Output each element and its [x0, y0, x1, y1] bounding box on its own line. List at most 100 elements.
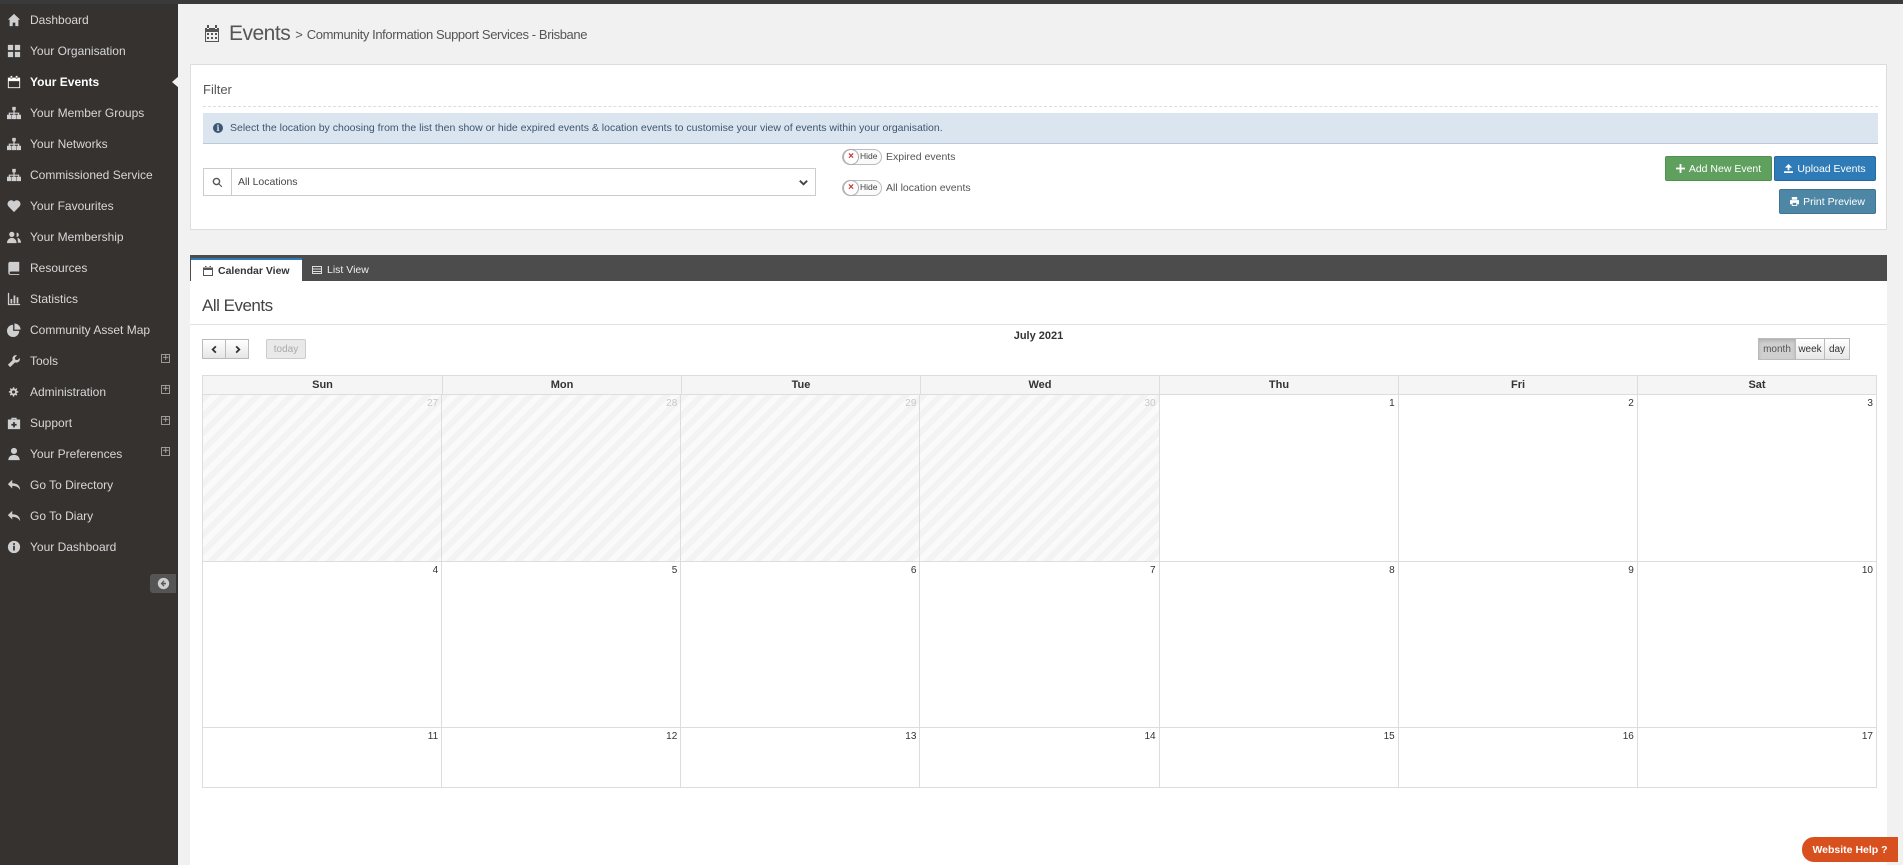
week-view-button[interactable]: week	[1795, 338, 1825, 360]
day-number: 28	[666, 398, 678, 409]
calendar-day-cell[interactable]: 16	[1398, 728, 1638, 788]
sidebar-item-community-asset-map[interactable]: Community Asset Map	[0, 314, 178, 345]
print-preview-label: Print Preview	[1803, 195, 1865, 208]
expand-icon[interactable]: +	[161, 354, 170, 363]
calendar-day-cell[interactable]: 9	[1398, 562, 1638, 728]
tab-label: List View	[327, 263, 369, 276]
weekday-header: Sun Mon Tue Wed Thu Fri Sat	[202, 375, 1877, 395]
tab-list-view[interactable]: List View	[300, 258, 381, 281]
calendar-day-cell[interactable]: 15	[1159, 728, 1399, 788]
next-month-button[interactable]	[225, 339, 249, 359]
weekday-label: Mon	[442, 376, 681, 394]
prev-month-button[interactable]	[202, 339, 226, 359]
sidebar-item-go-to-diary[interactable]: Go To Diary	[0, 500, 178, 531]
sidebar-item-your-membership[interactable]: Your Membership	[0, 221, 178, 252]
calendar-day-cell[interactable]: 27	[203, 395, 443, 562]
sidebar-collapse-button[interactable]	[150, 574, 176, 593]
calendar-view-switcher: month week day	[1758, 338, 1850, 360]
chevron-right-icon	[235, 345, 241, 353]
heart-icon	[6, 199, 22, 213]
calendar-day-cell[interactable]: 7	[920, 562, 1160, 728]
tab-calendar-view[interactable]: Calendar View	[191, 258, 302, 281]
toggle-label: Expired events	[886, 151, 956, 163]
breadcrumb-separator: >	[295, 26, 303, 42]
page-title: Events	[229, 22, 291, 45]
sidebar-item-your-preferences[interactable]: Your Preferences +	[0, 438, 178, 469]
calendar-icon	[203, 265, 213, 276]
calendar-day-cell[interactable]: 1	[1159, 395, 1399, 562]
calendar-day-cell[interactable]: 29	[681, 395, 921, 562]
sidebar-item-label: Resources	[30, 260, 88, 275]
sidebar-item-commissioned-service[interactable]: Commissioned Service	[0, 159, 178, 190]
calendar-day-cell[interactable]: 6	[681, 562, 921, 728]
sidebar-item-your-dashboard[interactable]: Your Dashboard	[0, 531, 178, 562]
calendar-day-cell[interactable]: 12	[442, 728, 682, 788]
day-number: 6	[910, 565, 917, 576]
home-icon	[6, 13, 22, 27]
sidebar-item-your-member-groups[interactable]: Your Member Groups	[0, 97, 178, 128]
calendar-body: 27 28 29 30 1 2 3 4 5 6 7 8 9 10 11 12 13 14 15 16 17	[202, 395, 1877, 788]
sidebar-item-label: Community Asset Map	[30, 322, 151, 337]
sidebar-item-administration[interactable]: Administration +	[0, 376, 178, 407]
reply-icon	[6, 478, 22, 492]
sidebar-item-resources[interactable]: Resources	[0, 252, 178, 283]
expand-icon[interactable]: +	[161, 385, 170, 394]
website-help-button[interactable]: Website Help ?	[1802, 837, 1898, 862]
month-view-button[interactable]: month	[1758, 338, 1796, 360]
calendar-day-cell[interactable]: 8	[1159, 562, 1399, 728]
calendar-day-cell[interactable]: 4	[203, 562, 443, 728]
expand-icon[interactable]: +	[161, 447, 170, 456]
day-number: 2	[1628, 398, 1634, 409]
sidebar-item-label: Administration	[30, 384, 107, 399]
sidebar-item-go-to-directory[interactable]: Go To Directory	[0, 469, 178, 500]
sidebar-item-your-events[interactable]: Your Events	[0, 66, 179, 97]
sidebar-item-statistics[interactable]: Statistics	[0, 283, 178, 314]
expired-events-toggle[interactable]: × Hide	[842, 149, 882, 165]
calendar-day-cell[interactable]: 3	[1637, 395, 1877, 562]
pie-chart-icon	[6, 322, 22, 337]
sidebar-item-label: Statistics	[30, 291, 79, 306]
sidebar-item-tools[interactable]: Tools +	[0, 345, 178, 376]
sidebar-item-support[interactable]: Support +	[0, 407, 178, 438]
calendar-day-cell[interactable]: 14	[920, 728, 1160, 788]
calendar-day-cell[interactable]: 11	[203, 728, 443, 788]
sidebar-item-your-organisation[interactable]: Your Organisation	[0, 35, 178, 66]
sidebar-item-label: Go To Diary	[30, 508, 94, 523]
day-number: 15	[1383, 731, 1395, 742]
sidebar-item-label: Your Membership	[30, 229, 124, 244]
calendar-day-cell[interactable]: 28	[442, 395, 682, 562]
upload-events-button[interactable]: Upload Events	[1774, 156, 1876, 181]
sidebar-item-label: Tools	[30, 353, 59, 368]
calendar-day-cell[interactable]: 17	[1637, 728, 1877, 788]
sidebar-item-dashboard[interactable]: Dashboard	[0, 4, 178, 35]
info-icon	[6, 540, 22, 554]
location-events-toggle-row: × Hide All location events	[842, 180, 971, 196]
organisation-name: Community Information Support Services -…	[306, 26, 588, 42]
add-new-event-button[interactable]: Add New Event	[1665, 156, 1772, 181]
reply-icon	[6, 509, 22, 523]
filter-info-text: Select the location by choosing from the…	[230, 122, 943, 134]
sitemap-icon	[6, 168, 22, 182]
sidebar-item-label: Dashboard	[30, 12, 89, 27]
calendar-day-cell[interactable]: 10	[1637, 562, 1877, 728]
calendar-day-cell[interactable]: 2	[1398, 395, 1638, 562]
plus-icon	[1675, 164, 1685, 173]
sidebar-item-your-networks[interactable]: Your Networks	[0, 128, 178, 159]
calendar-day-cell[interactable]: 13	[681, 728, 921, 788]
calendar-week-row: 11 12 13 14 15 16 17	[202, 728, 1877, 788]
arrow-circle-left-icon	[157, 577, 169, 590]
day-view-button[interactable]: day	[1824, 338, 1850, 360]
add-new-event-label: Add New Event	[1688, 162, 1762, 175]
book-icon	[6, 261, 22, 275]
calendar-day-cell[interactable]: 5	[442, 562, 682, 728]
today-button[interactable]: today	[266, 339, 306, 359]
day-number: 13	[905, 731, 917, 742]
sidebar-item-your-favourites[interactable]: Your Favourites	[0, 190, 178, 221]
sidebar-item-label: Support	[30, 415, 73, 430]
location-select[interactable]: All Locations	[203, 168, 816, 196]
filter-panel: Filter i Select the location by choosing…	[190, 64, 1887, 230]
location-events-toggle[interactable]: × Hide	[842, 180, 882, 196]
expand-icon[interactable]: +	[161, 416, 170, 425]
print-preview-button[interactable]: Print Preview	[1779, 189, 1876, 214]
calendar-day-cell[interactable]: 30	[920, 395, 1160, 562]
